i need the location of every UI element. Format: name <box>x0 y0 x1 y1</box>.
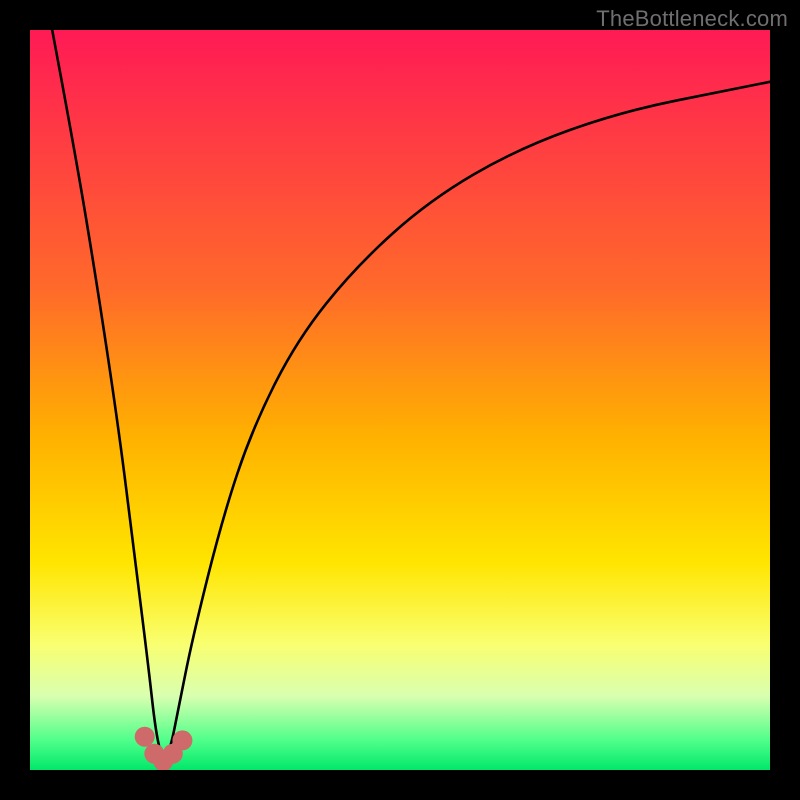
chart-container <box>30 30 770 770</box>
watermark-text: TheBottleneck.com <box>596 6 788 32</box>
chart-background <box>30 30 770 770</box>
valley-dot <box>135 727 155 747</box>
bottleneck-chart <box>30 30 770 770</box>
valley-dot <box>172 730 192 750</box>
app-frame: TheBottleneck.com <box>0 0 800 800</box>
